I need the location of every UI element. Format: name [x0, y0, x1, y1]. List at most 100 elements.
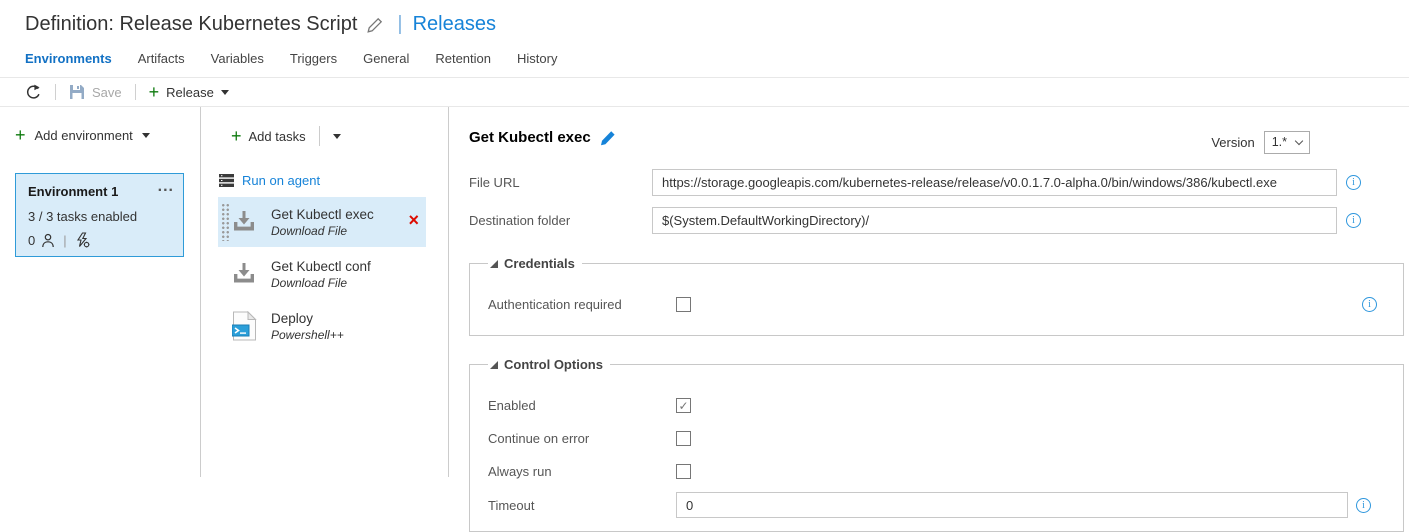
task-row-deploy[interactable]: Deploy Powershell++: [218, 301, 426, 351]
tab-history[interactable]: History: [517, 51, 557, 66]
trigger-settings-icon[interactable]: [75, 232, 90, 248]
powershell-icon: [230, 311, 258, 341]
environment-tasks-summary: 3 / 3 tasks enabled: [28, 209, 174, 224]
definition-tab-bar: Environments Artifacts Variables Trigger…: [0, 36, 1409, 78]
credentials-section: Credentials Authentication required i: [469, 256, 1404, 336]
tab-artifacts[interactable]: Artifacts: [138, 51, 185, 66]
info-icon[interactable]: i: [1346, 175, 1361, 190]
tab-triggers[interactable]: Triggers: [290, 51, 337, 66]
tab-environments[interactable]: Environments: [25, 51, 112, 66]
timeout-row: Timeout i: [488, 492, 1403, 518]
control-options-section-toggle[interactable]: Control Options: [488, 357, 610, 372]
task-details-panel: Get Kubectl exec Version 1.* File URL i …: [449, 107, 1409, 477]
version-value: 1.*: [1272, 135, 1287, 149]
edit-title-pencil-icon[interactable]: [367, 17, 383, 33]
status-separator: |: [63, 233, 66, 248]
info-icon[interactable]: i: [1362, 297, 1377, 312]
chevron-down-icon: [1295, 136, 1303, 144]
task-row-get-kubectl-conf[interactable]: Get Kubectl conf Download File: [218, 249, 426, 299]
refresh-button[interactable]: [25, 84, 42, 101]
destination-folder-input[interactable]: [652, 207, 1337, 234]
run-on-agent-link[interactable]: Run on agent: [219, 173, 448, 188]
toolbar-separator: [55, 84, 56, 100]
tab-retention[interactable]: Retention: [435, 51, 491, 66]
always-run-checkbox[interactable]: [676, 464, 691, 479]
drag-handle[interactable]: [221, 203, 230, 241]
environment-name: Environment 1: [28, 184, 158, 199]
version-select[interactable]: 1.*: [1264, 131, 1310, 154]
save-button[interactable]: Save: [69, 84, 122, 100]
auth-required-row: Authentication required i: [488, 292, 1403, 317]
environment-more-button[interactable]: ...: [158, 184, 174, 190]
credentials-section-toggle[interactable]: Credentials: [488, 256, 582, 271]
environment-card-header: Environment 1 ...: [28, 184, 174, 199]
field-row-file-url: File URL i: [469, 169, 1404, 196]
task-details-title: Get Kubectl exec: [469, 129, 591, 146]
task-row-get-kubectl-exec[interactable]: Get Kubectl exec Download File ×: [218, 197, 426, 247]
releases-link[interactable]: Releases: [413, 13, 496, 36]
credentials-section-title: Credentials: [504, 256, 575, 271]
delete-task-icon[interactable]: ×: [408, 211, 419, 229]
save-floppy-icon: [69, 84, 85, 100]
add-environment-button[interactable]: + Add environment: [15, 126, 200, 144]
task-version-control: Version 1.*: [1211, 131, 1310, 154]
chevron-down-icon: [221, 90, 229, 95]
definition-header: Definition: Release Kubernetes Script | …: [0, 0, 1409, 36]
plus-icon: +: [231, 127, 242, 145]
refresh-icon: [25, 84, 42, 101]
continue-on-error-label: Continue on error: [488, 431, 676, 446]
save-label: Save: [92, 85, 122, 100]
content-area: + Add environment Environment 1 ... 3 / …: [0, 107, 1409, 477]
release-button[interactable]: + Release: [149, 83, 229, 101]
rename-task-pencil-icon[interactable]: [600, 130, 616, 146]
info-icon[interactable]: i: [1346, 213, 1361, 228]
file-url-input[interactable]: [652, 169, 1337, 196]
approvals-count: 0: [28, 233, 35, 248]
collapse-triangle-icon: [490, 361, 498, 369]
run-on-agent-label: Run on agent: [242, 173, 320, 188]
person-icon[interactable]: [41, 233, 55, 248]
auth-required-checkbox[interactable]: [676, 297, 691, 312]
download-file-icon: [230, 210, 258, 234]
auth-required-label: Authentication required: [488, 297, 676, 312]
add-tasks-button[interactable]: + Add tasks: [231, 127, 306, 145]
page-title: Definition: Release Kubernetes Script: [25, 13, 357, 36]
info-icon[interactable]: i: [1356, 498, 1371, 513]
download-file-icon: [230, 262, 258, 286]
enabled-row: Enabled: [488, 393, 1403, 418]
task-name: Get Kubectl exec: [271, 206, 374, 224]
task-type: Powershell++: [271, 328, 344, 342]
command-toolbar: Save + Release: [0, 78, 1409, 107]
task-type: Download File: [271, 224, 374, 238]
add-tasks-split-button: + Add tasks: [201, 126, 448, 146]
version-label: Version: [1211, 135, 1254, 150]
collapse-triangle-icon: [490, 260, 498, 268]
control-options-section-title: Control Options: [504, 357, 603, 372]
chevron-down-icon: [142, 133, 150, 138]
timeout-label: Timeout: [488, 498, 676, 513]
tab-variables[interactable]: Variables: [211, 51, 264, 66]
plus-icon: +: [15, 126, 26, 144]
task-type: Download File: [271, 276, 371, 290]
environment-card[interactable]: Environment 1 ... 3 / 3 tasks enabled 0 …: [15, 173, 184, 257]
release-label: Release: [166, 85, 214, 100]
tasks-panel: + Add tasks Run on agent Get Kubectl exe…: [201, 107, 449, 477]
task-name: Deploy: [271, 310, 344, 328]
title-separator: |: [397, 13, 402, 36]
environment-status-row: 0 |: [28, 232, 174, 248]
tab-general[interactable]: General: [363, 51, 409, 66]
enabled-checkbox[interactable]: [676, 398, 691, 413]
add-tasks-label: Add tasks: [249, 129, 306, 144]
continue-on-error-row: Continue on error: [488, 426, 1403, 451]
agent-queue-icon: [219, 174, 234, 187]
continue-on-error-checkbox[interactable]: [676, 431, 691, 446]
always-run-label: Always run: [488, 464, 676, 479]
timeout-input[interactable]: [676, 492, 1348, 518]
always-run-row: Always run: [488, 459, 1403, 484]
destination-folder-label: Destination folder: [469, 213, 652, 228]
add-environment-label: Add environment: [35, 128, 133, 143]
task-name: Get Kubectl conf: [271, 258, 371, 276]
toolbar-separator: [135, 84, 136, 100]
chevron-down-icon[interactable]: [333, 134, 341, 139]
field-row-destination-folder: Destination folder i: [469, 207, 1404, 234]
